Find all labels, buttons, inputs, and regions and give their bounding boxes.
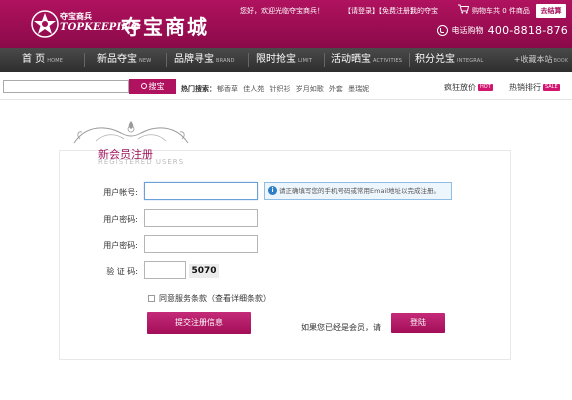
hot-word[interactable]: 墨瑞妮 xyxy=(348,85,369,93)
nav-item-en: INTEGRAL xyxy=(457,58,484,64)
page-subtitle: REGISTERED USERS xyxy=(98,158,185,166)
main-nav: 首 页 HOME 新品夺宝 NEW 品牌寻宝 BRAND 限时抢宝 LIMIT 活动晒宝… xyxy=(0,48,572,72)
nav-item-activities[interactable]: 活动晒宝 ACTIVITIES xyxy=(331,48,402,72)
promo-label: 热销排行 xyxy=(509,83,541,92)
sale-badge: SALE xyxy=(543,84,560,91)
my-treasure-link[interactable]: 我的夺宝 xyxy=(410,6,438,16)
hot-search-words: 郁香草 佳人苑 针织衫 岁月如歌 外套 墨瑞妮 xyxy=(217,84,372,94)
nav-item-label: 首 页 xyxy=(22,54,46,65)
logo-cn-big: 夺宝商城 xyxy=(121,15,209,39)
nav-item-en: ACTIVITIES xyxy=(373,58,403,64)
nav-item-label: 活动晒宝 xyxy=(331,54,371,65)
nav-item-en: BRAND xyxy=(216,58,235,64)
nav-divider xyxy=(248,53,249,67)
captcha-input[interactable] xyxy=(144,261,186,279)
search-bar: 搜宝 热门搜索： 郁香草 佳人苑 针织衫 岁月如歌 外套 墨瑞妮 疯狂放价 HOT… xyxy=(0,72,572,100)
login-link[interactable]: 【请登录】 xyxy=(344,6,379,16)
already-member-text: 如果您已经是会员，请 xyxy=(301,323,381,332)
terms-text[interactable]: 同意服务条款（查看详细条款） xyxy=(159,294,271,303)
site-logo[interactable]: 夺宝商兵 TOPKEEPING 夺宝商城 xyxy=(30,9,230,41)
phone-icon xyxy=(437,25,449,36)
captcha-label: 验 证 码: xyxy=(106,267,138,276)
password-label: 用户密码: xyxy=(103,215,138,224)
login-button[interactable]: 登陆 xyxy=(391,313,445,333)
logo-cn-small: 夺宝商兵 xyxy=(60,11,92,21)
promo-label: 疯狂放价 xyxy=(444,83,476,92)
nav-item-integral[interactable]: 积分兑宝 INTEGRAL xyxy=(415,48,483,72)
bookmark-en: BOOK xyxy=(553,58,569,64)
hot-search-label: 热门搜索： xyxy=(181,85,216,93)
hot-word[interactable]: 佳人苑 xyxy=(243,85,264,93)
welcome-text: 您好，欢迎光临夺宝商兵！ xyxy=(240,7,324,15)
site-header: 夺宝商兵 TOPKEEPING 夺宝商城 您好，欢迎光临夺宝商兵！ 【请登录】 … xyxy=(0,0,572,48)
bookmark-site-link[interactable]: +收藏本站BOOK xyxy=(514,48,568,73)
phone-number: 400-8818-876 xyxy=(487,24,568,37)
decorative-ornament-icon xyxy=(73,121,189,144)
confirm-password-label: 用户密码: xyxy=(103,241,138,250)
hot-word[interactable]: 外套 xyxy=(329,85,343,93)
hot-word[interactable]: 岁月如歌 xyxy=(296,85,324,93)
nav-divider xyxy=(166,53,167,67)
hot-word[interactable]: 针织衫 xyxy=(269,85,290,93)
nav-divider xyxy=(84,53,85,67)
hot-word[interactable]: 郁香草 xyxy=(217,85,238,93)
crazy-price-link[interactable]: 疯狂放价 HOT xyxy=(444,82,493,93)
nav-item-en: LIMIT xyxy=(298,58,313,64)
checkout-button[interactable]: 去结算 xyxy=(536,4,566,18)
bookmark-label: +收藏本站 xyxy=(513,55,553,64)
captcha-image[interactable]: 5070 xyxy=(189,264,219,278)
phone-label: 电话购物 xyxy=(451,26,484,35)
confirm-password-input[interactable] xyxy=(144,235,258,253)
nav-item-label: 积分兑宝 xyxy=(415,54,455,65)
search-button-label: 搜宝 xyxy=(148,82,165,91)
terms-checkbox[interactable] xyxy=(148,295,155,302)
account-input[interactable] xyxy=(144,182,258,200)
hot-ranking-link[interactable]: 热销排行 SALE xyxy=(509,82,560,93)
nav-divider xyxy=(409,53,410,67)
hot-badge: HOT xyxy=(478,84,493,91)
search-icon xyxy=(140,83,147,89)
nav-item-label: 限时抢宝 xyxy=(256,54,296,65)
account-hint: i 请正确填写您的手机号码或常用Email地址以完成注册。 xyxy=(264,182,452,200)
submit-registration-button[interactable]: 提交注册信息 xyxy=(147,312,251,334)
nav-item-limit[interactable]: 限时抢宝 LIMIT xyxy=(256,48,312,72)
top-bar: 您好，欢迎光临夺宝商兵！ 【请登录】 【免费注册】 我的夺宝 购物车共 0 件商… xyxy=(240,4,566,18)
nav-item-new[interactable]: 新品夺宝 NEW xyxy=(97,48,151,72)
nav-item-en: NEW xyxy=(139,58,152,64)
search-button[interactable]: 搜宝 xyxy=(129,79,176,94)
password-input[interactable] xyxy=(144,209,258,227)
cart-summary[interactable]: 购物车共 0 件商品 xyxy=(472,6,530,16)
search-input[interactable] xyxy=(3,80,129,93)
account-label: 用户帐号: xyxy=(103,188,138,197)
info-icon: i xyxy=(268,186,277,195)
nav-item-label: 新品夺宝 xyxy=(97,54,137,65)
nav-item-home[interactable]: 首 页 HOME xyxy=(22,48,63,72)
cart-icon[interactable] xyxy=(458,4,470,14)
nav-item-en: HOME xyxy=(47,58,64,64)
nav-item-label: 品牌寻宝 xyxy=(174,54,214,65)
terms-agreement[interactable]: 同意服务条款（查看详细条款） xyxy=(148,293,271,304)
phone-order: 电话购物 400-8818-876 xyxy=(437,24,568,37)
nav-divider xyxy=(324,53,325,67)
nav-item-brand[interactable]: 品牌寻宝 BRAND xyxy=(174,48,235,72)
hint-text: 请正确填写您的手机号码或常用Email地址以完成注册。 xyxy=(279,187,441,195)
logo-emblem-icon xyxy=(31,10,59,38)
